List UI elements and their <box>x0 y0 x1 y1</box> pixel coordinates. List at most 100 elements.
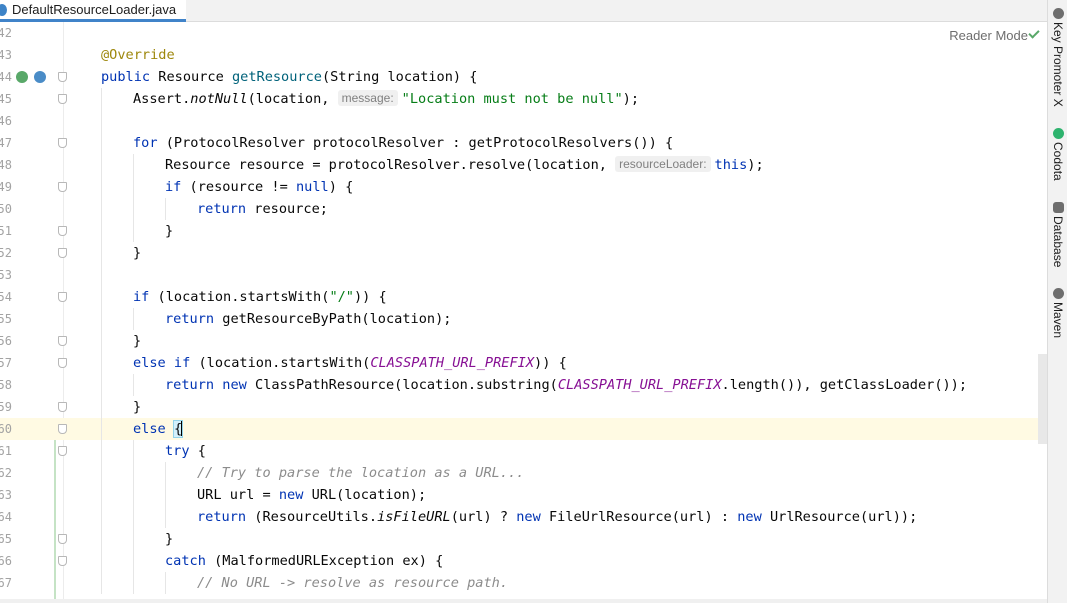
line-number[interactable]: 58 <box>0 374 12 396</box>
code-text[interactable]: URL url = new URL(location); <box>197 484 426 506</box>
code-line[interactable]: 64 return (ResourceUtils.isFileURL(url) ?… <box>0 506 1047 528</box>
code-text[interactable]: Assert.notNull(location, message: "Locati… <box>133 88 639 110</box>
line-number[interactable]: 63 <box>0 484 12 506</box>
line-number[interactable]: 54 <box>0 286 12 308</box>
tool-window-maven[interactable]: Maven <box>1050 288 1066 338</box>
code-line[interactable]: 57 else if (location.startsWith(CLASSPATH… <box>0 352 1047 374</box>
code-text[interactable]: catch (MalformedURLException ex) { <box>165 550 443 572</box>
code-line[interactable]: 58 return new ClassPathResource(location.… <box>0 374 1047 396</box>
code-text[interactable]: else if (location.startsWith(CLASSPATH_U… <box>133 352 567 374</box>
line-number[interactable]: 66 <box>0 550 12 572</box>
fold-marker-icon[interactable] <box>58 358 67 368</box>
line-number[interactable]: 59 <box>0 396 12 418</box>
code-line[interactable]: 65} <box>0 528 1047 550</box>
code-line[interactable]: 66 catch (MalformedURLException ex) { <box>0 550 1047 572</box>
implementing-method-icon[interactable] <box>16 71 28 83</box>
line-number[interactable]: 49 <box>0 176 12 198</box>
line-number[interactable]: 42 <box>0 22 12 44</box>
line-number[interactable]: 46 <box>0 110 12 132</box>
code-line[interactable]: 63 URL url = new URL(location); <box>0 484 1047 506</box>
code-text[interactable]: public Resource getResource(String locat… <box>101 66 477 88</box>
tool-window-database[interactable]: Database <box>1050 202 1066 267</box>
code-text[interactable]: } <box>133 396 141 418</box>
code-text[interactable]: } <box>165 220 173 242</box>
code-line[interactable]: 61 try { <box>0 440 1047 462</box>
tool-window-key-promoter-x[interactable]: Key Promoter X <box>1050 8 1066 107</box>
code-line[interactable]: 48 Resource resource = protocolResolver.r… <box>0 154 1047 176</box>
line-number[interactable]: 48 <box>0 154 12 176</box>
fold-marker-icon[interactable] <box>58 182 67 192</box>
overridden-method-icon[interactable] <box>34 71 46 83</box>
line-number[interactable]: 67 <box>0 572 12 594</box>
line-number[interactable]: 61 <box>0 440 12 462</box>
code-line[interactable]: 52} <box>0 242 1047 264</box>
line-number[interactable]: 57 <box>0 352 12 374</box>
line-number[interactable]: 50 <box>0 198 12 220</box>
line-number[interactable]: 51 <box>0 220 12 242</box>
fold-marker-icon[interactable] <box>58 72 67 82</box>
code-line[interactable]: 59} <box>0 396 1047 418</box>
tab-default-resource-loader[interactable]: DefaultResourceLoader.java <box>0 0 187 22</box>
code-line[interactable]: 46 <box>0 110 1047 132</box>
code-text[interactable]: } <box>165 528 173 550</box>
code-text[interactable]: if (location.startsWith("/")) { <box>133 286 387 308</box>
code-line[interactable]: 56} <box>0 330 1047 352</box>
code-text[interactable]: return getResourceByPath(location); <box>165 308 451 330</box>
fold-marker-icon[interactable] <box>58 292 67 302</box>
horizontal-scrollbar[interactable] <box>0 599 1047 603</box>
fold-marker-icon[interactable] <box>58 138 67 148</box>
code-line[interactable]: 49 if (resource != null) { <box>0 176 1047 198</box>
code-line[interactable]: 55 return getResourceByPath(location); <box>0 308 1047 330</box>
code-text[interactable]: Resource resource = protocolResolver.res… <box>165 154 764 176</box>
line-number[interactable]: 65 <box>0 528 12 550</box>
line-number[interactable]: 53 <box>0 264 12 286</box>
fold-marker-icon[interactable] <box>58 446 67 456</box>
code-text[interactable]: // No URL -> resolve as resource path. <box>197 572 508 594</box>
fold-marker-icon[interactable] <box>58 94 67 104</box>
code-line[interactable]: 43 @Override <box>0 44 1047 66</box>
code-text[interactable]: @Override <box>101 44 175 66</box>
code-line[interactable]: 53 <box>0 264 1047 286</box>
line-number[interactable]: 43 <box>0 44 12 66</box>
scrollbar-thumb[interactable] <box>1038 354 1047 444</box>
code-text[interactable]: try { <box>165 440 206 462</box>
code-line[interactable]: 54 if (location.startsWith("/")) { <box>0 286 1047 308</box>
line-number[interactable]: 62 <box>0 462 12 484</box>
code-text[interactable]: } <box>133 330 141 352</box>
code-line[interactable]: 50 return resource; <box>0 198 1047 220</box>
fold-marker-icon[interactable] <box>58 424 67 434</box>
line-number[interactable]: 56 <box>0 330 12 352</box>
line-number[interactable]: 64 <box>0 506 12 528</box>
code-text[interactable]: // Try to parse the location as a URL... <box>197 462 524 484</box>
code-line[interactable]: 47 for (ProtocolResolver protocolResolver… <box>0 132 1047 154</box>
code-line[interactable]: 44 public Resource getResource(String loc… <box>0 66 1047 88</box>
code-text[interactable]: return new ClassPathResource(location.su… <box>165 374 967 396</box>
fold-marker-icon[interactable] <box>58 534 67 544</box>
code-line[interactable]: 51} <box>0 220 1047 242</box>
code-text[interactable]: else { <box>133 418 184 440</box>
code-text[interactable]: if (resource != null) { <box>165 176 353 198</box>
reader-mode-toggle[interactable]: Reader Mode <box>949 28 1028 43</box>
code-text[interactable]: return resource; <box>197 198 328 220</box>
fold-marker-icon[interactable] <box>58 226 67 236</box>
line-number[interactable]: 52 <box>0 242 12 264</box>
code-line[interactable]: 42 <box>0 22 1047 44</box>
line-number[interactable]: 47 <box>0 132 12 154</box>
fold-marker-icon[interactable] <box>58 336 67 346</box>
line-number[interactable]: 60 <box>0 418 12 440</box>
code-text[interactable]: return (ResourceUtils.isFileURL(url) ? n… <box>197 506 917 528</box>
line-number[interactable]: 45 <box>0 88 12 110</box>
line-number[interactable]: 44 <box>0 66 12 88</box>
line-number[interactable]: 55 <box>0 308 12 330</box>
code-text[interactable]: } <box>133 242 141 264</box>
code-editor[interactable]: 42 43 @Override 44 public Resource getResour… <box>0 22 1047 603</box>
fold-marker-icon[interactable] <box>58 248 67 258</box>
code-line[interactable]: 62 // Try to parse the location as a URL.… <box>0 462 1047 484</box>
fold-marker-icon[interactable] <box>58 556 67 566</box>
fold-marker-icon[interactable] <box>58 402 67 412</box>
code-line[interactable]: 45 Assert.notNull(location, message: "Loca… <box>0 88 1047 110</box>
code-line[interactable]: 67 // No URL -> resolve as resource path. <box>0 572 1047 594</box>
vertical-scrollbar[interactable] <box>1038 22 1047 603</box>
tool-window-codota[interactable]: Codota <box>1050 128 1066 181</box>
code-line[interactable]: 60 else { <box>0 418 1047 440</box>
